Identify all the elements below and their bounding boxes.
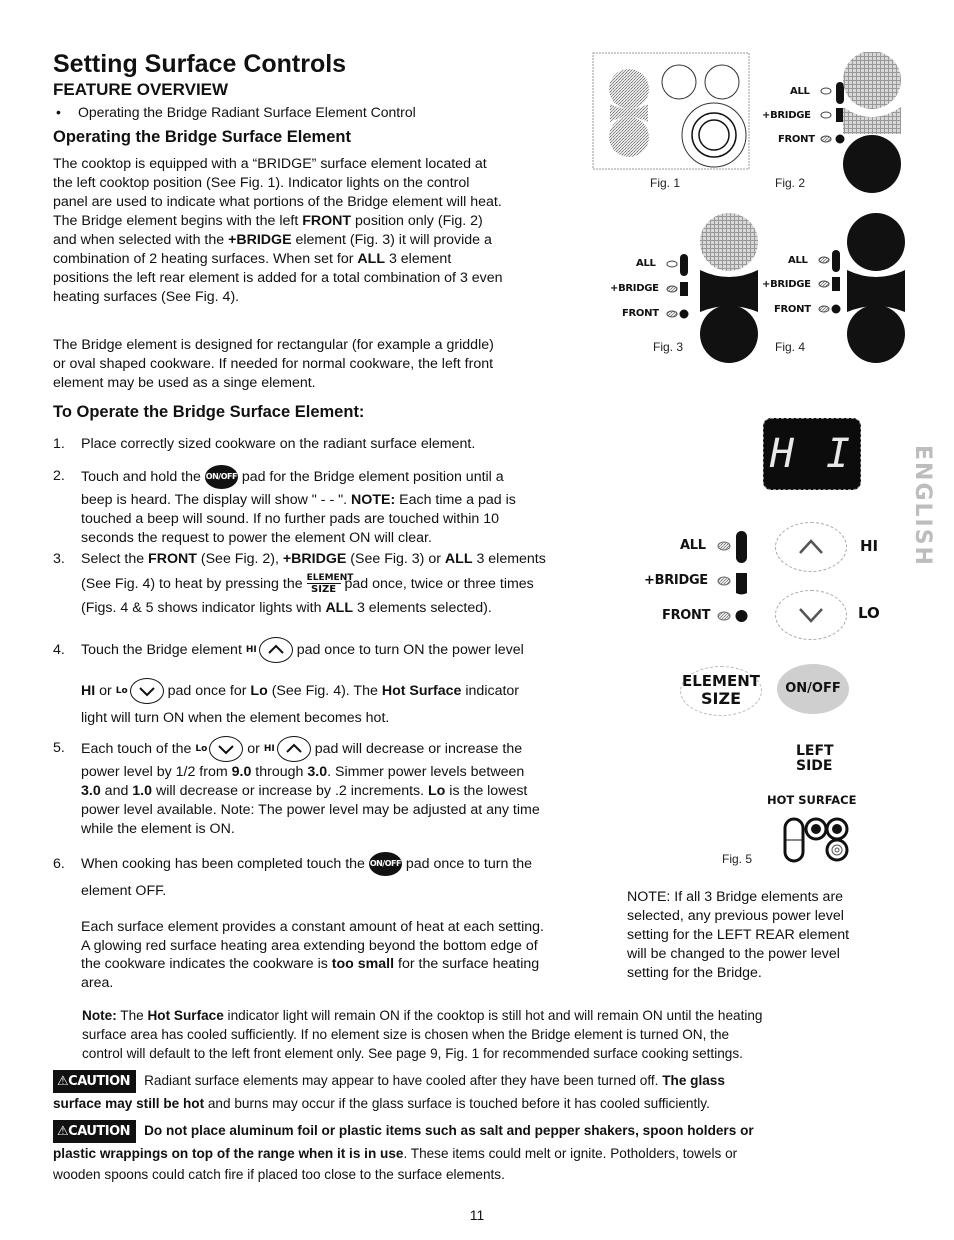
text-line: positions the left rear element is added… bbox=[53, 270, 503, 286]
fig-2-label: Fig. 2 bbox=[775, 176, 806, 190]
figure-1-cooktop bbox=[592, 52, 752, 177]
lo-button[interactable] bbox=[775, 590, 847, 640]
onoff-button[interactable]: ON/OFF bbox=[777, 664, 849, 714]
cookware-paragraph: The Bridge element is designed for recta… bbox=[53, 336, 613, 393]
lo-down-pad-icon bbox=[209, 736, 244, 763]
label-all: ALL bbox=[790, 86, 810, 97]
text-line: panel are used to indicate what portions… bbox=[53, 194, 502, 210]
right-rear-element bbox=[704, 64, 740, 100]
hot-surface-indicator-icon bbox=[783, 817, 849, 863]
fig-3-label: Fig. 3 bbox=[653, 340, 684, 354]
intro-paragraph: The cooktop is equipped with a “BRIDGE” … bbox=[53, 155, 583, 307]
text-line: heating surfaces (See Fig. 4). bbox=[53, 289, 240, 305]
text-line: The Bridge element begins with the left … bbox=[53, 213, 483, 229]
display-readout: H I bbox=[769, 431, 855, 477]
lo-down-pad-icon bbox=[129, 678, 164, 705]
feature-bullet: • Operating the Bridge Radiant Surface El… bbox=[56, 104, 416, 120]
text-line: the left cooktop position (See Fig. 1). … bbox=[53, 175, 470, 191]
caution-1: ⚠CAUTION Radiant surface elements may app… bbox=[53, 1070, 913, 1114]
hot-surface-note: Note: The Hot Surface indicator light wi… bbox=[82, 1008, 763, 1061]
step-6: 6. When cooking has been completed touch… bbox=[53, 850, 623, 901]
section-heading-to-operate: To Operate the Bridge Surface Element: bbox=[53, 403, 365, 421]
lo-label: LO bbox=[858, 604, 880, 622]
section-subtitle: FEATURE OVERVIEW bbox=[53, 80, 229, 99]
chevron-up-icon bbox=[799, 539, 823, 554]
step-1: 1. Place correctly sized cookware on the… bbox=[53, 436, 476, 452]
caution-badge: ⚠CAUTION bbox=[53, 1070, 137, 1093]
step-2: 2. Touch and hold the ON/OFF pad for the… bbox=[53, 463, 613, 548]
text-line: and when selected with the +BRIDGE eleme… bbox=[53, 232, 492, 248]
left-rear-element bbox=[609, 69, 649, 109]
feature-bullet-text: Operating the Bridge Radiant Surface Ele… bbox=[78, 104, 416, 120]
text-line: combination of 2 heating surfaces. When … bbox=[53, 251, 452, 267]
center-rear-element bbox=[661, 64, 697, 100]
bridge-side-note: NOTE: If all 3 Bridge elements are selec… bbox=[627, 889, 850, 981]
text-line: The cooktop is equipped with a “BRIDGE” … bbox=[53, 156, 487, 172]
section-heading-operating: Operating the Bridge Surface Element bbox=[53, 128, 351, 146]
caution-badge: ⚠CAUTION bbox=[53, 1120, 137, 1143]
page-title: Setting Surface Controls bbox=[53, 50, 347, 78]
hot-surface-label: HOT SURFACE bbox=[767, 793, 857, 807]
fig-4-element-diagram bbox=[847, 213, 905, 363]
warning-triangle-icon: ⚠ bbox=[57, 1074, 69, 1089]
fig-5-label: Fig. 5 bbox=[722, 852, 753, 866]
power-level-display: H I bbox=[763, 418, 861, 490]
text-line: element may be used as a singe element. bbox=[53, 375, 316, 391]
hi-up-pad-icon bbox=[276, 736, 311, 763]
step-5: 5. Each touch of the Lo or HI pad will d… bbox=[53, 735, 623, 839]
hi-label: HI bbox=[860, 537, 879, 555]
cooktop-diagram bbox=[592, 52, 750, 170]
fig-2-element-diagram bbox=[843, 52, 901, 193]
fig-3-element-diagram bbox=[700, 213, 758, 363]
step-3: 3. Select the FRONT (See Fig. 2), +BRIDG… bbox=[53, 551, 546, 616]
heat-paragraph: Each surface element provides a constant… bbox=[81, 919, 544, 991]
label-bridge: +BRIDGE bbox=[762, 110, 811, 121]
onoff-pad-icon: ON/OFF bbox=[368, 852, 402, 877]
fig-1-label: Fig. 1 bbox=[650, 176, 681, 190]
label-front: FRONT bbox=[778, 134, 815, 145]
left-side-label: LEFT SIDE bbox=[796, 743, 834, 774]
warning-triangle-icon: ⚠ bbox=[57, 1124, 69, 1139]
onoff-pad-icon: ON/OFF bbox=[204, 465, 238, 490]
step-4: 4. Touch the Bridge element HI pad once … bbox=[53, 636, 623, 728]
element-size-button[interactable]: ELEMENT SIZE bbox=[680, 666, 762, 716]
page-number: 11 bbox=[469, 1207, 485, 1223]
element-size-pad-icon: ELEMENT SIZE bbox=[306, 572, 354, 595]
text-line: The Bridge element is designed for recta… bbox=[53, 337, 494, 353]
hi-up-pad-icon bbox=[258, 637, 293, 664]
fig-4-label: Fig. 4 bbox=[775, 340, 806, 354]
language-side-tab: ENGLISH bbox=[910, 445, 935, 567]
left-front-element bbox=[609, 117, 649, 157]
chevron-down-icon bbox=[799, 608, 823, 623]
hi-button[interactable] bbox=[775, 522, 847, 572]
caution-2: ⚠CAUTION Do not place aluminum foil or pl… bbox=[53, 1120, 913, 1185]
text-line: or oval shaped cookware. If needed for n… bbox=[53, 356, 494, 372]
